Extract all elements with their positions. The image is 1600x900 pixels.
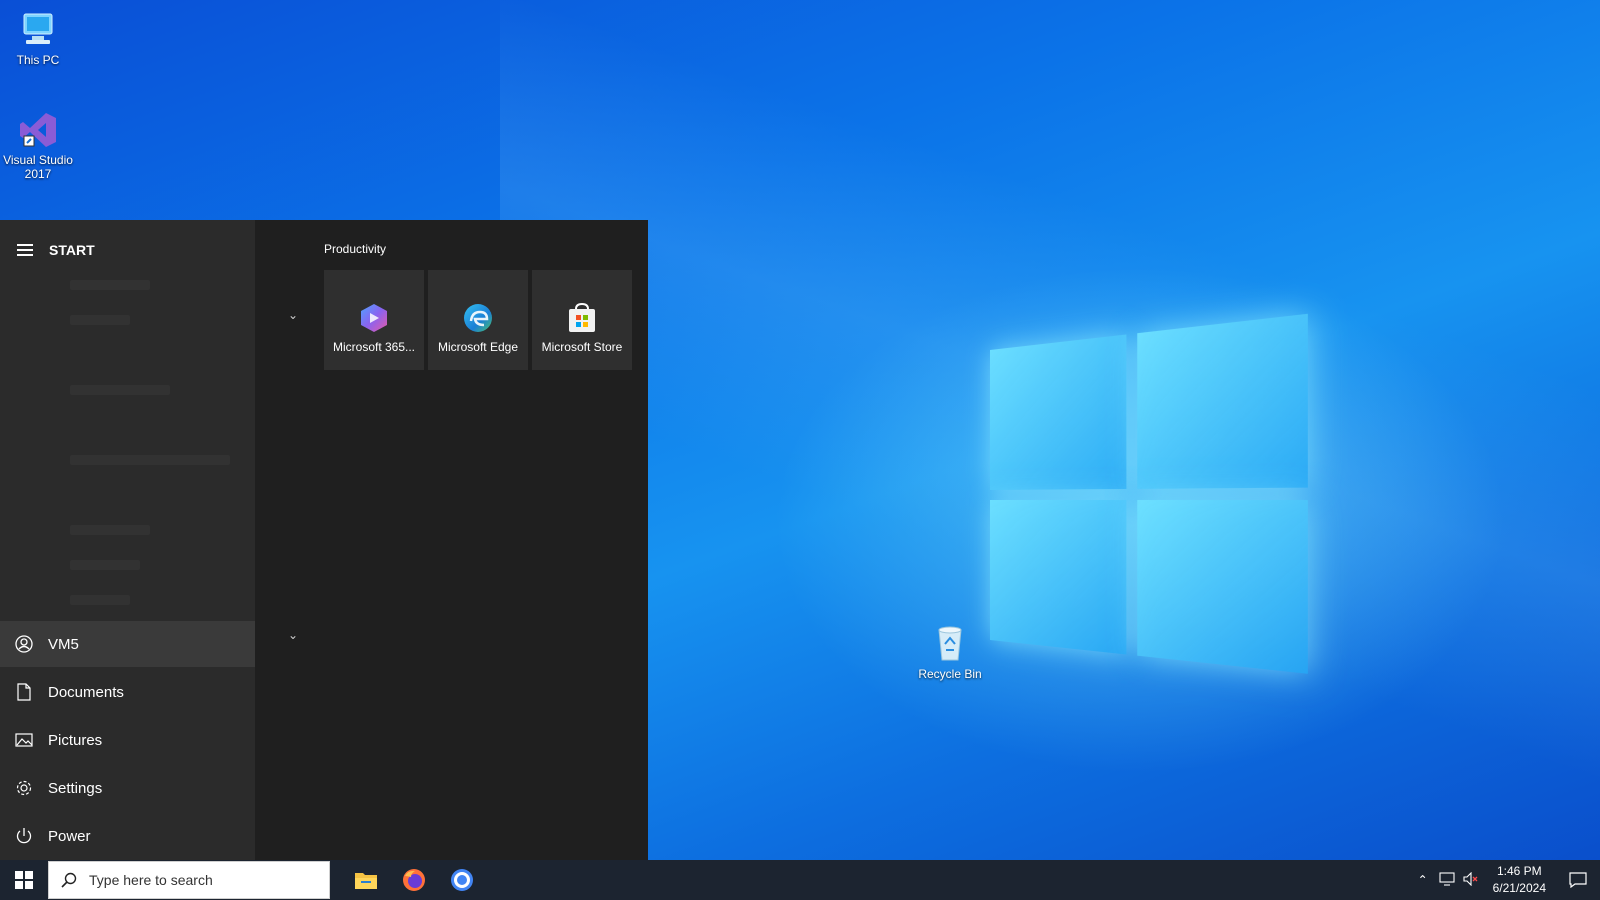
windows-logo-wallpaper (990, 312, 1322, 688)
tile-label: Microsoft 365... (332, 340, 416, 354)
ghost-list-item (70, 525, 150, 535)
chevron-down-icon[interactable]: ⌄ (288, 308, 298, 322)
taskbar-clock[interactable]: 1:46 PM 6/21/2024 (1493, 863, 1546, 897)
hamburger-icon[interactable] (17, 241, 33, 259)
logo-pane (990, 334, 1127, 490)
document-icon (15, 683, 33, 701)
documents-button[interactable]: Documents (0, 669, 255, 715)
notification-center-icon[interactable] (1556, 872, 1600, 888)
logo-pane (1137, 500, 1308, 674)
logo-pane (1137, 313, 1308, 489)
tile-microsoft-store[interactable]: Microsoft Store (532, 270, 632, 370)
chevron-up-icon[interactable]: ⌃ (1411, 873, 1435, 887)
desktop-icon-visual-studio[interactable]: Visual Studio 2017 (0, 110, 78, 181)
computer-icon (18, 10, 58, 50)
gear-icon (15, 779, 33, 797)
user-avatar-icon (15, 635, 33, 653)
power-button[interactable]: Power (0, 813, 255, 859)
search-icon (61, 872, 77, 888)
taskbar-search-box[interactable] (48, 861, 330, 899)
search-input[interactable] (87, 871, 311, 889)
power-icon (15, 827, 33, 845)
ghost-list-item (70, 455, 230, 465)
microsoft-365-icon (358, 302, 390, 334)
chevron-down-icon[interactable]: ⌄ (288, 628, 298, 642)
taskbar-app-chrome[interactable] (438, 860, 486, 900)
clock-time: 1:46 PM (1496, 864, 1542, 878)
clock-date: 6/21/2024 (1492, 881, 1546, 895)
visual-studio-icon (18, 110, 58, 150)
desktop-icon-label: This PC (16, 53, 60, 67)
pictures-icon (15, 731, 33, 749)
desktop-icon-label: Visual Studio 2017 (3, 153, 73, 181)
network-icon[interactable] (1435, 871, 1459, 889)
user-name: VM5 (48, 635, 79, 653)
start-title: START (49, 242, 95, 258)
user-account-button[interactable]: VM5 (0, 621, 255, 667)
start-header: START (0, 234, 255, 266)
tile-label: Microsoft Edge (437, 340, 519, 354)
volume-muted-icon[interactable] (1459, 871, 1483, 889)
start-menu-rail: START VM5 Documents Pictures Settings Po… (0, 220, 255, 860)
taskbar: ⌃ 1:46 PM 6/21/2024 (0, 860, 1600, 900)
taskbar-app-file-explorer[interactable] (342, 860, 390, 900)
logo-pane (990, 500, 1127, 655)
folder-icon (355, 873, 377, 889)
pictures-button[interactable]: Pictures (0, 717, 255, 763)
taskbar-app-firefox[interactable] (390, 860, 438, 900)
pictures-label: Pictures (48, 731, 103, 749)
start-button[interactable] (0, 860, 48, 900)
documents-label: Documents (48, 683, 124, 701)
tile-group-title: Productivity (324, 242, 387, 256)
tile-microsoft-365[interactable]: Microsoft 365... (324, 270, 424, 370)
chrome-icon (451, 869, 473, 891)
ghost-list-item (70, 595, 130, 605)
power-label: Power (48, 827, 91, 845)
settings-label: Settings (48, 779, 103, 797)
edge-icon (462, 302, 494, 334)
desktop-icon-this-pc[interactable]: This PC (0, 10, 78, 67)
start-menu: START VM5 Documents Pictures Settings Po… (0, 220, 648, 860)
ghost-list-item (70, 280, 150, 290)
windows-icon (15, 871, 33, 889)
desktop-icon-recycle-bin[interactable]: Recycle Bin (910, 624, 990, 681)
system-tray: ⌃ 1:46 PM 6/21/2024 (1411, 860, 1600, 900)
tile-label: Microsoft Store (541, 340, 623, 354)
store-icon (566, 302, 598, 334)
ghost-list-item (70, 385, 170, 395)
tile-microsoft-edge[interactable]: Microsoft Edge (428, 270, 528, 370)
settings-button[interactable]: Settings (0, 765, 255, 811)
ghost-list-item (70, 315, 130, 325)
ghost-list-item (70, 560, 140, 570)
firefox-icon (403, 869, 425, 891)
recycle-bin-icon (930, 624, 970, 664)
desktop-icon-label: Recycle Bin (918, 667, 982, 681)
